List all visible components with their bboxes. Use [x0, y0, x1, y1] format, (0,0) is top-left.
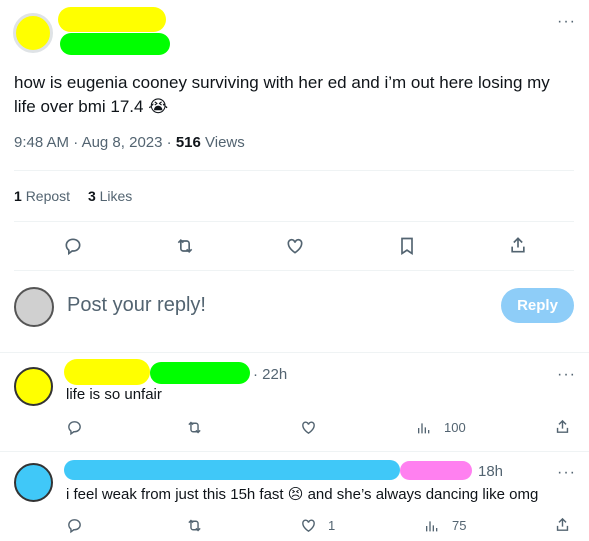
reply-time[interactable]: · 22h	[253, 366, 287, 383]
bookmark-icon[interactable]	[397, 236, 417, 256]
views-count: 100	[444, 420, 466, 435]
views-count: 516	[175, 134, 201, 151]
likes-link[interactable]: 3 Likes	[88, 188, 132, 204]
separator: ·	[166, 134, 172, 151]
reply-text: life is so unfair	[66, 386, 162, 403]
loudly-crying-face-icon: 😭	[148, 97, 169, 117]
divider	[14, 170, 574, 171]
reply-author-handle-redacted[interactable]	[400, 461, 472, 480]
more-options-icon[interactable]: ···	[557, 14, 576, 30]
tweet-text-body: how is eugenia cooney surviving with her…	[14, 73, 550, 116]
reply-author-handle-redacted[interactable]	[150, 362, 250, 384]
like-icon[interactable]	[285, 236, 305, 256]
divider	[14, 270, 574, 271]
share-icon[interactable]	[554, 516, 571, 533]
persevering-face-icon: 😣	[287, 485, 304, 503]
likes-count: 3	[87, 188, 96, 204]
reply-author-name-redacted[interactable]	[64, 359, 150, 385]
views-label: Views	[205, 134, 245, 151]
reply-author-name-redacted[interactable]	[64, 460, 400, 480]
reply-text-end: and she’s always dancing like omg	[307, 486, 539, 503]
reposts-label: Repost	[25, 188, 71, 204]
reply-text-start: i feel weak from just this 15h fast	[66, 486, 284, 503]
engagement-stats: 1 Repost 3 Likes	[14, 188, 132, 204]
reply-icon[interactable]	[63, 236, 83, 256]
divider	[0, 451, 589, 452]
my-avatar[interactable]	[14, 287, 54, 327]
reply-icon[interactable]	[66, 419, 83, 436]
tweet-meta: 9:48 AM · Aug 8, 2023 · 516 Views	[14, 134, 245, 151]
views-icon[interactable]	[424, 518, 440, 534]
share-icon[interactable]	[554, 418, 571, 435]
author-handle-redacted[interactable]	[60, 33, 170, 55]
tweet-date[interactable]: Aug 8, 2023	[82, 134, 163, 151]
reply-avatar[interactable]	[14, 367, 53, 406]
views-icon[interactable]	[416, 420, 432, 436]
author-display-name-redacted[interactable]	[58, 7, 166, 32]
reply-time[interactable]: 18h	[478, 463, 503, 480]
author-avatar[interactable]	[13, 13, 53, 53]
reply-avatar[interactable]	[14, 463, 53, 502]
repost-icon[interactable]	[174, 236, 196, 256]
divider	[0, 352, 589, 353]
more-options-icon[interactable]: ···	[557, 367, 576, 383]
repost-icon[interactable]	[185, 419, 204, 436]
reply-text: i feel weak from just this 15h fast 😣 an…	[66, 485, 538, 503]
reply-input[interactable]: Post your reply!	[67, 294, 467, 317]
reposts-link[interactable]: 1 Repost	[14, 188, 74, 204]
like-icon[interactable]	[300, 419, 317, 436]
tweet-text: how is eugenia cooney surviving with her…	[14, 71, 574, 119]
more-options-icon[interactable]: ···	[557, 465, 576, 481]
share-icon[interactable]	[508, 235, 528, 255]
like-icon[interactable]	[300, 517, 317, 534]
tweet-time[interactable]: 9:48 AM	[14, 134, 69, 151]
reply-icon[interactable]	[66, 517, 83, 534]
divider	[14, 221, 574, 222]
reply-button[interactable]: Reply	[501, 288, 574, 323]
likes-label: Likes	[99, 188, 133, 204]
likes-count: 1	[328, 518, 336, 533]
repost-icon[interactable]	[185, 517, 204, 534]
views-count: 75	[452, 518, 467, 533]
reposts-count: 1	[14, 188, 22, 204]
separator: ·	[73, 134, 79, 151]
